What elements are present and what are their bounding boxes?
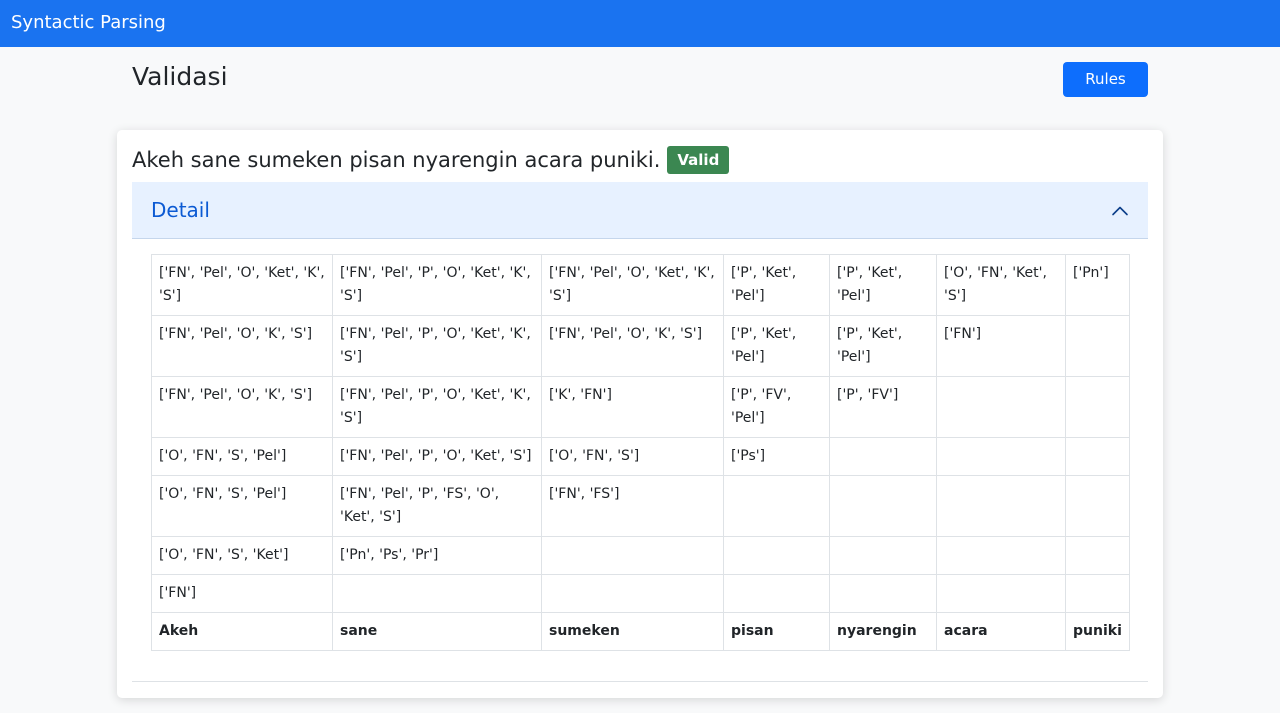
rules-button[interactable]: Rules (1063, 62, 1148, 97)
table-cell (936, 536, 1066, 575)
table-row: ['O', 'FN', 'S', 'Ket'] ['Pn', 'Ps', 'Pr'… (151, 536, 1130, 575)
table-cell (829, 574, 937, 613)
table-cell: ['FN', 'Pel', 'P', 'O', 'Ket', 'S'] (332, 437, 542, 476)
table-cell: ['K', 'FN'] (541, 376, 724, 438)
word-cell: Akeh (151, 612, 333, 651)
table-cell (829, 437, 937, 476)
table-cell: ['FN'] (936, 315, 1066, 377)
table-cell (829, 536, 937, 575)
table-cell: ['FN'] (151, 574, 333, 613)
table-cell (332, 574, 542, 613)
page-title: Validasi (132, 62, 228, 91)
word-cell: pisan (723, 612, 830, 651)
word-cell: sumeken (541, 612, 724, 651)
table-cell: ['FN', 'Pel', 'O', 'K', 'S'] (151, 376, 333, 438)
word-cell: nyarengin (829, 612, 937, 651)
detail-accordion-body: ['FN', 'Pel', 'O', 'Ket', 'K', 'S'] ['FN'… (132, 239, 1148, 682)
table-row: ['O', 'FN', 'S', 'Pel'] ['FN', 'Pel', 'P'… (151, 475, 1130, 537)
table-cell: ['FN', 'Pel', 'O', 'K', 'S'] (541, 315, 724, 377)
result-card: Akeh sane sumeken pisan nyarengin acara … (117, 130, 1163, 698)
sentence-row: Akeh sane sumeken pisan nyarengin acara … (132, 145, 730, 175)
table-cell (936, 574, 1066, 613)
table-cell: ['FN', 'Pel', 'P', 'O', 'Ket', 'K', 'S'] (332, 315, 542, 377)
table-cell: ['FN', 'Pel', 'O', 'K', 'S'] (151, 315, 333, 377)
table-cell: ['Ps'] (723, 437, 830, 476)
table-cell: ['P', 'FV', 'Pel'] (723, 376, 830, 438)
table-cell: ['P', 'Ket', 'Pel'] (723, 315, 830, 377)
table-cell: ['O', 'FN', 'S', 'Pel'] (151, 475, 333, 537)
table-cell (541, 574, 724, 613)
table-cell (723, 574, 830, 613)
table-cell (936, 376, 1066, 438)
table-cell: ['P', 'Ket', 'Pel'] (829, 315, 937, 377)
detail-accordion-title: Detail (151, 198, 210, 222)
table-cell: ['P', 'FV'] (829, 376, 937, 438)
table-cell (723, 536, 830, 575)
table-row: ['FN', 'Pel', 'O', 'K', 'S'] ['FN', 'Pel'… (151, 376, 1130, 438)
word-cell: sane (332, 612, 542, 651)
parse-table: ['FN', 'Pel', 'O', 'Ket', 'K', 'S'] ['FN'… (151, 254, 1130, 651)
table-cell: ['FN', 'Pel', 'O', 'Ket', 'K', 'S'] (151, 254, 333, 316)
table-cell: ['O', 'FN', 'Ket', 'S'] (936, 254, 1066, 316)
table-row: ['O', 'FN', 'S', 'Pel'] ['FN', 'Pel', 'P'… (151, 437, 1130, 476)
navbar: Syntactic Parsing (0, 0, 1280, 47)
table-cell: ['FN', 'Pel', 'P', 'FS', 'O', 'Ket', 'S'… (332, 475, 542, 537)
table-cell: ['FN', 'FS'] (541, 475, 724, 537)
table-row: ['FN'] (151, 574, 1130, 613)
word-row: Akeh sane sumeken pisan nyarengin acara puniki (151, 612, 1130, 651)
table-cell (936, 437, 1066, 476)
table-cell: ['FN', 'Pel', 'P', 'O', 'Ket', 'K', 'S'] (332, 254, 542, 316)
table-cell (1065, 437, 1130, 476)
table-cell (1065, 536, 1130, 575)
navbar-brand[interactable]: Syntactic Parsing (11, 12, 166, 34)
table-cell: ['P', 'Ket', 'Pel'] (723, 254, 830, 316)
table-cell: ['Pn'] (1065, 254, 1130, 316)
detail-accordion-header[interactable]: Detail (132, 182, 1148, 239)
table-cell: ['O', 'FN', 'S', 'Ket'] (151, 536, 333, 575)
status-badge: Valid (667, 146, 730, 174)
parse-table-body: ['FN', 'Pel', 'O', 'Ket', 'K', 'S'] ['FN'… (151, 254, 1130, 651)
word-cell: puniki (1065, 612, 1130, 651)
table-cell (936, 475, 1066, 537)
sentence-text: Akeh sane sumeken pisan nyarengin acara … (132, 148, 661, 172)
table-cell (1065, 315, 1130, 377)
chevron-up-icon (1112, 206, 1128, 216)
table-cell (829, 475, 937, 537)
word-cell: acara (936, 612, 1066, 651)
table-cell (541, 536, 724, 575)
table-row: ['FN', 'Pel', 'O', 'Ket', 'K', 'S'] ['FN'… (151, 254, 1130, 316)
table-row: ['FN', 'Pel', 'O', 'K', 'S'] ['FN', 'Pel'… (151, 315, 1130, 377)
table-cell: ['Pn', 'Ps', 'Pr'] (332, 536, 542, 575)
table-cell (723, 475, 830, 537)
table-cell: ['FN', 'Pel', 'O', 'Ket', 'K', 'S'] (541, 254, 724, 316)
table-cell: ['P', 'Ket', 'Pel'] (829, 254, 937, 316)
table-cell: ['O', 'FN', 'S', 'Pel'] (151, 437, 333, 476)
table-cell (1065, 376, 1130, 438)
table-cell (1065, 475, 1130, 537)
table-cell: ['FN', 'Pel', 'P', 'O', 'Ket', 'K', 'S'] (332, 376, 542, 438)
table-cell: ['O', 'FN', 'S'] (541, 437, 724, 476)
table-cell (1065, 574, 1130, 613)
